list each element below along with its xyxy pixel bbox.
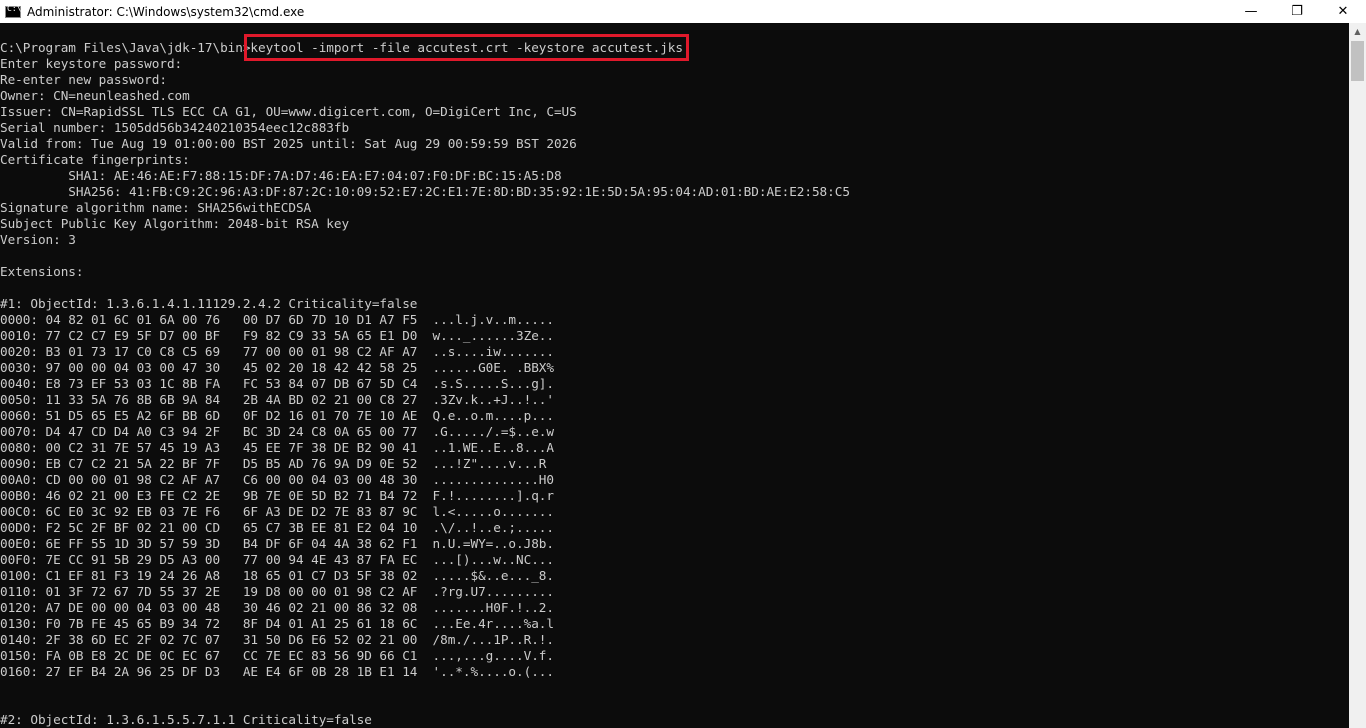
console-line: 0000: 04 82 01 6C 01 6A 00 76 00 D7 6D 7…	[0, 312, 554, 327]
scroll-thumb[interactable]	[1351, 41, 1364, 81]
console-line: SHA1: AE:46:AE:F7:88:15:DF:7A:D7:46:EA:E…	[0, 168, 562, 183]
highlighted-command: keytool -import -file accutest.crt -keys…	[244, 34, 689, 61]
console-line: 0020: B3 01 73 17 C0 C8 C5 69 77 00 00 0…	[0, 344, 554, 359]
close-button[interactable]: ✕	[1320, 0, 1366, 23]
console-line: 00F0: 7E CC 91 5B 29 D5 A3 00 77 00 94 4…	[0, 552, 554, 567]
console-line: 0070: D4 47 CD D4 A0 C3 94 2F BC 3D 24 C…	[0, 424, 554, 439]
console-line: Subject Public Key Algorithm: 2048-bit R…	[0, 216, 350, 231]
console-output[interactable]: C:\Program Files\Java\jdk-17\bin>keytool…	[0, 23, 1349, 728]
console-line: 0030: 97 00 00 04 03 00 47 30 45 02 20 1…	[0, 360, 554, 375]
console-line: 0120: A7 DE 00 00 04 03 00 48 30 46 02 2…	[0, 600, 554, 615]
scroll-up-arrow-icon[interactable]: ▲	[1349, 23, 1366, 40]
console-line: 0090: EB C7 C2 21 5A 22 BF 7F D5 B5 AD 7…	[0, 456, 547, 471]
console-line: Certificate fingerprints:	[0, 152, 190, 167]
console-line: 00C0: 6C E0 3C 92 EB 03 7E F6 6F A3 DE D…	[0, 504, 554, 519]
console-line: #2: ObjectId: 1.3.6.1.5.5.7.1.1 Critical…	[0, 712, 372, 727]
console-line: Issuer: CN=RapidSSL TLS ECC CA G1, OU=ww…	[0, 104, 577, 119]
vertical-scrollbar[interactable]: ▲	[1349, 23, 1366, 728]
minimize-button[interactable]: —	[1228, 0, 1274, 23]
console-line: 0060: 51 D5 65 E5 A2 6F BB 6D 0F D2 16 0…	[0, 408, 554, 423]
console-line: SHA256: 41:FB:C9:2C:96:A3:DF:87:2C:10:09…	[0, 184, 850, 199]
console-line: Valid from: Tue Aug 19 01:00:00 BST 2025…	[0, 136, 577, 151]
console-line: 0140: 2F 38 6D EC 2F 02 7C 07 31 50 D6 E…	[0, 632, 554, 647]
close-icon: ✕	[1337, 4, 1349, 19]
console-line: Version: 3	[0, 232, 76, 247]
restore-button[interactable]: ❐	[1274, 0, 1320, 23]
restore-icon: ❐	[1291, 4, 1303, 19]
console-line: 00B0: 46 02 21 00 E3 FE C2 2E 9B 7E 0E 5…	[0, 488, 554, 503]
console-line: 00E0: 6E FF 55 1D 3D 57 59 3D B4 DF 6F 0…	[0, 536, 554, 551]
console-line: Extensions:	[0, 264, 84, 279]
console-line: 00A0: CD 00 00 01 98 C2 AF A7 C6 00 00 0…	[0, 472, 554, 487]
prompt-text: C:\Program Files\Java\jdk-17\bin>	[0, 40, 251, 55]
window-controls: — ❐ ✕	[1228, 0, 1366, 23]
console-line: Re-enter new password:	[0, 72, 167, 87]
window-title: Administrator: C:\Windows\system32\cmd.e…	[27, 4, 305, 19]
console-line: Enter keystore password:	[0, 56, 183, 71]
title-bar[interactable]: C:\ Administrator: C:\Windows\system32\c…	[0, 0, 1366, 23]
console-line: 0150: FA 0B E8 2C DE 0C EC 67 CC 7E EC 8…	[0, 648, 554, 663]
console-line: #1: ObjectId: 1.3.6.1.4.1.11129.2.4.2 Cr…	[0, 296, 418, 311]
console-line: 0110: 01 3F 72 67 7D 55 37 2E 19 D8 00 0…	[0, 584, 554, 599]
cmd-icon: C:\	[5, 4, 21, 18]
command-line: C:\Program Files\Java\jdk-17\bin>keytool…	[0, 34, 1349, 61]
console-line: 0130: F0 7B FE 45 65 B9 34 72 8F D4 01 A…	[0, 616, 554, 631]
minimize-icon: —	[1244, 4, 1258, 19]
console-line: Signature algorithm name: SHA256withECDS…	[0, 200, 312, 215]
console-line: 0050: 11 33 5A 76 8B 6B 9A 84 2B 4A BD 0…	[0, 392, 554, 407]
console-line: Serial number: 1505dd56b34240210354eec12…	[0, 120, 350, 135]
console-line: 0100: C1 EF 81 F3 19 24 26 A8 18 65 01 C…	[0, 568, 554, 583]
console-line: Owner: CN=neunleashed.com	[0, 88, 190, 103]
console-line: 0040: E8 73 EF 53 03 1C 8B FA FC 53 84 0…	[0, 376, 554, 391]
console-line: 0080: 00 C2 31 7E 57 45 19 A3 45 EE 7F 3…	[0, 440, 554, 455]
console-line: 0010: 77 C2 C7 E9 5F D7 00 BF F9 82 C9 3…	[0, 328, 554, 343]
console-line: 0160: 27 EF B4 2A 96 25 DF D3 AE E4 6F 0…	[0, 664, 554, 679]
console-line: 00D0: F2 5C 2F BF 02 21 00 CD 65 C7 3B E…	[0, 520, 554, 535]
